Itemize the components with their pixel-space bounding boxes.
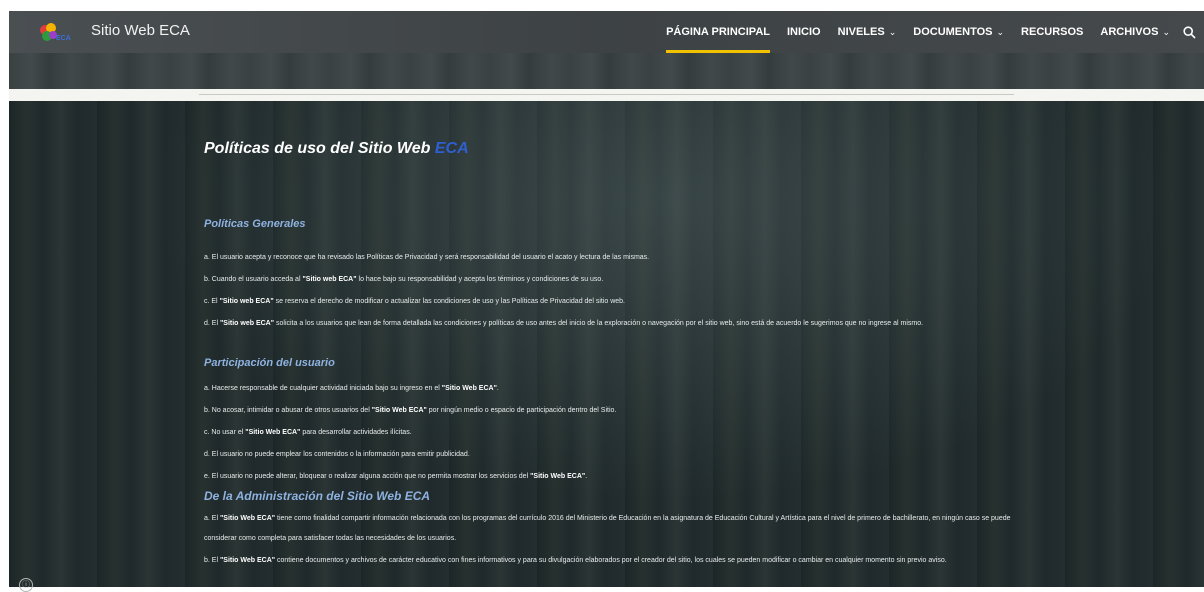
section-heading-participacion: Participación del usuario bbox=[204, 357, 335, 369]
list-item: a. Hacerse responsable de cualquier acti… bbox=[204, 385, 499, 392]
nav-label: NIVELES bbox=[837, 26, 885, 38]
site-reference: "Sitio web ECA" bbox=[302, 276, 357, 283]
nav-pagina-principal[interactable]: PÁGINA PRINCIPAL bbox=[666, 11, 770, 53]
site-reference: "Sitio Web ECA" bbox=[219, 515, 276, 522]
site-reference: "Sitio Web ECA" bbox=[530, 473, 586, 480]
browser-page: ECA Sitio Web ECA PÁGINA PRINCIPAL INICI… bbox=[9, 11, 1204, 587]
list-item: b. El "Sitio Web ECA" contiene documento… bbox=[204, 557, 947, 564]
nav-label: ARCHIVOS bbox=[1100, 26, 1159, 38]
list-item: d. El "Sitio web ECA" solicita a los usu… bbox=[204, 320, 924, 327]
site-title[interactable]: Sitio Web ECA bbox=[91, 22, 190, 39]
info-icon[interactable]: ⓘ bbox=[19, 578, 33, 592]
site-reference: "Sitio web ECA" bbox=[219, 320, 275, 327]
logo-text: ECA bbox=[56, 35, 71, 42]
section-heading-politicas-generales: Políticas Generales bbox=[204, 218, 306, 230]
search-icon[interactable] bbox=[1183, 25, 1196, 39]
list-item: e. El usuario no puede alterar, bloquear… bbox=[204, 473, 588, 480]
main-content: Políticas de uso del Sitio Web ECA Polít… bbox=[9, 101, 1204, 587]
title-accent: ECA bbox=[434, 140, 469, 157]
list-item: a. El usuario acepta y reconoce que ha r… bbox=[204, 254, 650, 261]
header-banner bbox=[9, 53, 1204, 89]
eca-logo[interactable]: ECA bbox=[37, 22, 73, 44]
nav-niveles[interactable]: NIVELES ⌄ bbox=[838, 11, 897, 53]
nav-label: PÁGINA PRINCIPAL bbox=[666, 26, 770, 38]
list-item: a. El "Sitio Web ECA" tiene como finalid… bbox=[204, 515, 1011, 542]
nav-recursos[interactable]: RECURSOS bbox=[1021, 11, 1083, 53]
site-reference: "Sitio web ECA" bbox=[219, 298, 274, 305]
nav-documentos[interactable]: DOCUMENTOS ⌄ bbox=[913, 11, 1004, 53]
title-text: Políticas de uso del Sitio Web bbox=[204, 140, 431, 157]
list-item: b. No acosar, intimidar o abusar de otro… bbox=[204, 407, 617, 414]
site-reference: "Sitio Web ECA" bbox=[371, 407, 427, 414]
nav-label: RECURSOS bbox=[1021, 26, 1084, 38]
top-nav-bar: ECA Sitio Web ECA PÁGINA PRINCIPAL INICI… bbox=[9, 11, 1204, 53]
chevron-down-icon: ⌄ bbox=[996, 26, 1005, 37]
main-nav: PÁGINA PRINCIPAL INICIO NIVELES ⌄ DOCUMEN… bbox=[666, 11, 1204, 53]
list-item: b. Cuando el usuario acceda al "Sitio we… bbox=[204, 276, 604, 283]
list-item: d. El usuario no puede emplear los conte… bbox=[204, 451, 470, 458]
site-reference: "Sitio Web ECA" bbox=[219, 557, 276, 564]
nav-inicio[interactable]: INICIO bbox=[787, 11, 821, 53]
divider bbox=[9, 89, 1204, 101]
list-item: c. El "Sitio web ECA" se reserva el dere… bbox=[204, 298, 626, 305]
chevron-down-icon: ⌄ bbox=[1162, 26, 1170, 37]
chevron-down-icon: ⌄ bbox=[888, 26, 897, 37]
page-title: Políticas de uso del Sitio Web ECA bbox=[204, 140, 469, 158]
nav-label: INICIO bbox=[787, 26, 821, 38]
site-reference: "Sitio Web ECA" bbox=[441, 385, 497, 392]
section-heading-administracion: De la Administración del Sitio Web ECA bbox=[204, 489, 431, 503]
nav-archivos[interactable]: ARCHIVOS ⌄ bbox=[1100, 11, 1170, 53]
nav-label: DOCUMENTOS bbox=[913, 26, 993, 38]
site-reference: "Sitio Web ECA" bbox=[245, 429, 301, 436]
list-item: c. No usar el "Sitio Web ECA" para desar… bbox=[204, 429, 412, 436]
